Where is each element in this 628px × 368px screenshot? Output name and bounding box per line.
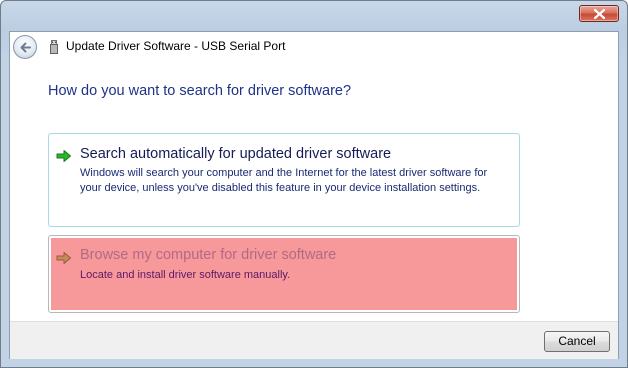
option-title: Browse my computer for driver software: [80, 247, 337, 263]
cancel-button[interactable]: Cancel: [544, 331, 610, 352]
usb-device-icon: [50, 40, 58, 54]
close-icon: [594, 9, 605, 19]
window-title: Update Driver Software - USB Serial Port: [66, 39, 286, 53]
green-arrow-icon: [56, 150, 71, 162]
title-bar[interactable]: [1, 1, 627, 31]
back-arrow-icon: [20, 42, 31, 53]
option-description: Windows will search your computer and th…: [80, 167, 488, 194]
option-title: Search automatically for updated driver …: [80, 146, 392, 162]
dialog-window: Update Driver Software - USB Serial Port…: [0, 0, 628, 368]
page-question: How do you want to search for driver sof…: [48, 83, 352, 99]
close-button[interactable]: [579, 5, 619, 22]
option-description: Locate and install driver software manua…: [80, 269, 291, 281]
dialog-footer: Cancel: [10, 321, 618, 359]
option-highlight: Browse my computer for driver software L…: [51, 238, 517, 310]
header-row: Update Driver Software - USB Serial Port: [10, 32, 618, 62]
back-button[interactable]: [13, 35, 37, 59]
search-automatically-option[interactable]: Search automatically for updated driver …: [48, 133, 520, 227]
browse-computer-option[interactable]: Browse my computer for driver software L…: [48, 235, 520, 313]
green-arrow-icon: [56, 252, 71, 264]
dialog-content: Update Driver Software - USB Serial Port…: [9, 31, 619, 359]
